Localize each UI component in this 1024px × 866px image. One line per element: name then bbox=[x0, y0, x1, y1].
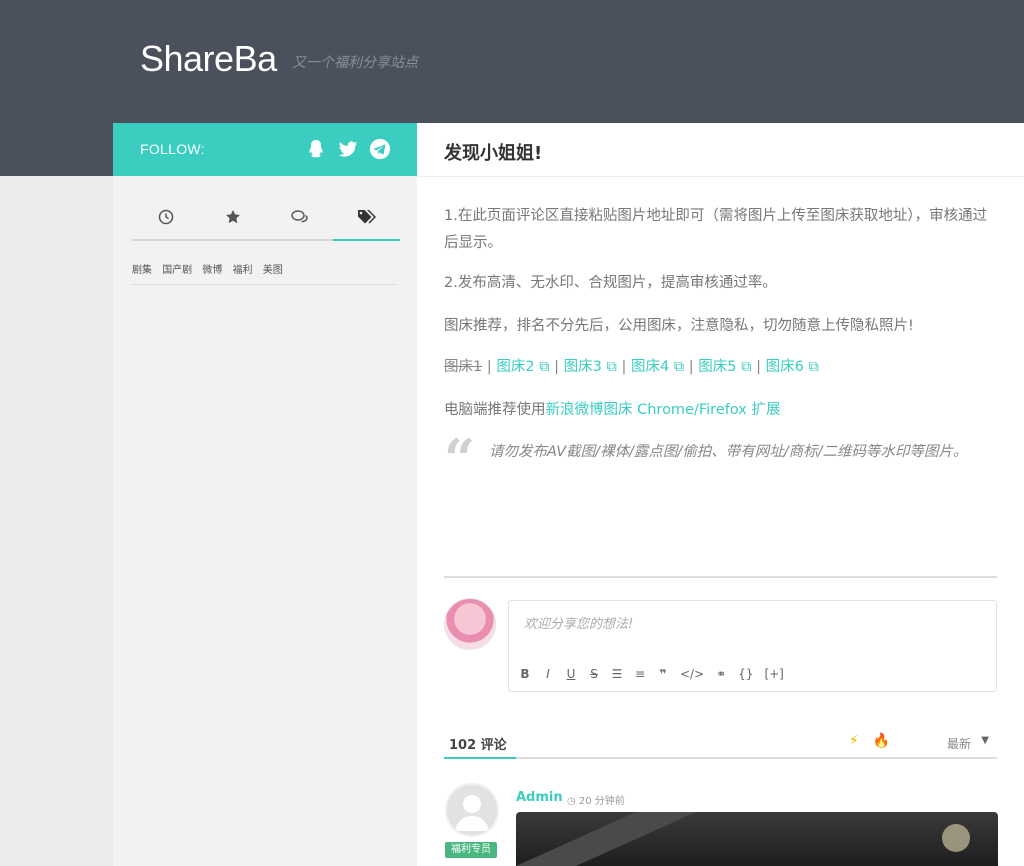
site-tagline: 又一个福利分享站点 bbox=[292, 55, 418, 71]
code-icon[interactable]: </> bbox=[680, 667, 704, 681]
comment-placeholder[interactable]: 欢迎分享您的想法! bbox=[524, 613, 633, 632]
twitter-icon[interactable] bbox=[337, 138, 359, 160]
fire-icon[interactable]: 🔥 bbox=[873, 733, 890, 749]
telegram-icon[interactable] bbox=[369, 138, 391, 160]
photo-preview-icon bbox=[516, 812, 970, 866]
tab-popular[interactable] bbox=[199, 209, 266, 239]
extension-link[interactable]: 新浪微博图床 Chrome/Firefox 扩展 bbox=[546, 402, 781, 418]
qq-icon[interactable] bbox=[305, 138, 327, 160]
site-brand[interactable]: ShareBa bbox=[140, 38, 277, 80]
strikethrough-icon[interactable]: S bbox=[588, 667, 600, 681]
external-link-icon: ⧉ bbox=[606, 359, 617, 375]
comments-icon bbox=[290, 210, 308, 223]
content-divider bbox=[444, 576, 997, 578]
comment-editor[interactable]: 欢迎分享您的想法! B I U S ☰ ≡ ❞ </> ⚭ {} [+] bbox=[508, 600, 997, 692]
title-bar: 发现小姐姐! bbox=[417, 123, 1024, 177]
ordered-list-icon[interactable]: ☰ bbox=[611, 667, 623, 681]
comments-header: 102 评论 ⚡ 🔥 最新 ▼ bbox=[444, 727, 997, 759]
tag-item[interactable]: 微博 bbox=[202, 265, 222, 276]
separator: | bbox=[756, 359, 761, 375]
host-link-5[interactable]: 图床5 ⧉ bbox=[698, 359, 751, 375]
image-host-links: 图床1 | 图床2 ⧉ | 图床3 ⧉ | 图床4 ⧉ | 图床5 ⧉ | 图床… bbox=[444, 354, 994, 381]
editor-toolbar: B I U S ☰ ≡ ❞ </> ⚭ {} [+] bbox=[519, 667, 783, 681]
clock-icon: ◷ bbox=[567, 796, 579, 807]
comment-count[interactable]: 102 评论 bbox=[449, 734, 507, 753]
extension-recommendation: 电脑端推荐使用新浪微博图床 Chrome/Firefox 扩展 bbox=[444, 397, 994, 424]
more-icon[interactable]: [+] bbox=[764, 667, 783, 681]
follow-label: FOLLOW: bbox=[140, 141, 205, 157]
host-link-1[interactable]: 图床1 bbox=[444, 359, 482, 375]
follow-icons bbox=[305, 138, 391, 160]
external-link-icon: ⧉ bbox=[741, 359, 752, 375]
host-link-2[interactable]: 图床2 ⧉ bbox=[496, 359, 549, 375]
bold-icon[interactable]: B bbox=[519, 667, 531, 681]
quote-icon: “ bbox=[444, 427, 476, 491]
sidebar: FOLLOW: 剧集 国产剧 微博 福利 美图 bbox=[113, 123, 417, 866]
user-role-badge: 福利专员 bbox=[445, 842, 497, 858]
tag-cloud: 剧集 国产剧 微博 福利 美图 bbox=[132, 261, 288, 276]
notice-quote: 请勿发布AV截图/裸体/露点图/偷拍、带有网址/商标/二维码等水印等图片。 bbox=[489, 444, 968, 460]
host-link-4[interactable]: 图床4 ⧉ bbox=[631, 359, 684, 375]
follow-bar: FOLLOW: bbox=[113, 123, 417, 176]
lightning-icon[interactable]: ⚡ bbox=[849, 733, 859, 749]
page-title: 发现小姐姐! bbox=[444, 143, 543, 164]
host-link-6[interactable]: 图床6 ⧉ bbox=[766, 359, 819, 375]
paragraph-1: 1.在此页面评论区直接粘贴图片地址即可（需将图片上传至图床获取地址），审核通过后… bbox=[444, 208, 988, 251]
italic-icon[interactable]: I bbox=[542, 667, 554, 681]
comment-avatar[interactable] bbox=[445, 783, 499, 837]
code-block-icon[interactable]: {} bbox=[738, 667, 753, 681]
external-link-icon: ⧉ bbox=[808, 359, 819, 375]
comment-image[interactable] bbox=[516, 812, 998, 866]
extension-prefix: 电脑端推荐使用 bbox=[444, 402, 546, 418]
external-link-icon: ⧉ bbox=[539, 359, 550, 375]
sidebar-tabs bbox=[132, 209, 400, 241]
underline-icon[interactable]: U bbox=[565, 667, 577, 681]
main-content: 发现小姐姐! 1.在此页面评论区直接粘贴图片地址即可（需将图片上传至图床获取地址… bbox=[417, 123, 1024, 866]
comment-author[interactable]: Admin bbox=[516, 790, 563, 805]
link-icon[interactable]: ⚭ bbox=[715, 667, 727, 681]
tag-item[interactable]: 福利 bbox=[233, 265, 253, 276]
active-tab-indicator bbox=[444, 757, 516, 759]
separator: | bbox=[621, 359, 627, 375]
separator: | bbox=[486, 359, 492, 375]
clock-icon bbox=[158, 209, 173, 225]
separator: | bbox=[554, 359, 560, 375]
tags-icon bbox=[357, 210, 376, 224]
tag-item[interactable]: 国产剧 bbox=[162, 265, 192, 276]
caret-down-icon[interactable]: ▼ bbox=[981, 735, 989, 746]
host-link-3[interactable]: 图床3 ⧉ bbox=[564, 359, 617, 375]
tags-divider bbox=[132, 284, 396, 285]
tab-comments[interactable] bbox=[266, 209, 333, 239]
comment-time: ◷ 20 分钟前 bbox=[567, 796, 625, 807]
external-link-icon: ⧉ bbox=[673, 359, 685, 375]
tab-recent[interactable] bbox=[132, 209, 199, 239]
paragraph-2: 2.发布高清、无水印、合规图片，提高审核通过率。 bbox=[444, 275, 777, 291]
sort-select[interactable]: 最新 bbox=[947, 735, 971, 752]
tab-tags[interactable] bbox=[333, 209, 400, 241]
unordered-list-icon[interactable]: ≡ bbox=[634, 667, 646, 681]
tag-item[interactable]: 剧集 bbox=[132, 265, 152, 276]
blockquote-icon[interactable]: ❞ bbox=[657, 667, 669, 681]
paragraph-3: 图床推荐，排名不分先后，公用图床，注意隐私，切勿随意上传隐私照片! bbox=[444, 318, 914, 334]
default-user-icon bbox=[455, 795, 489, 831]
current-user-avatar bbox=[444, 598, 496, 650]
star-icon bbox=[225, 210, 240, 224]
tag-item[interactable]: 美图 bbox=[263, 265, 283, 276]
separator: | bbox=[688, 359, 694, 375]
comment-sort-icons: ⚡ 🔥 bbox=[849, 733, 890, 749]
